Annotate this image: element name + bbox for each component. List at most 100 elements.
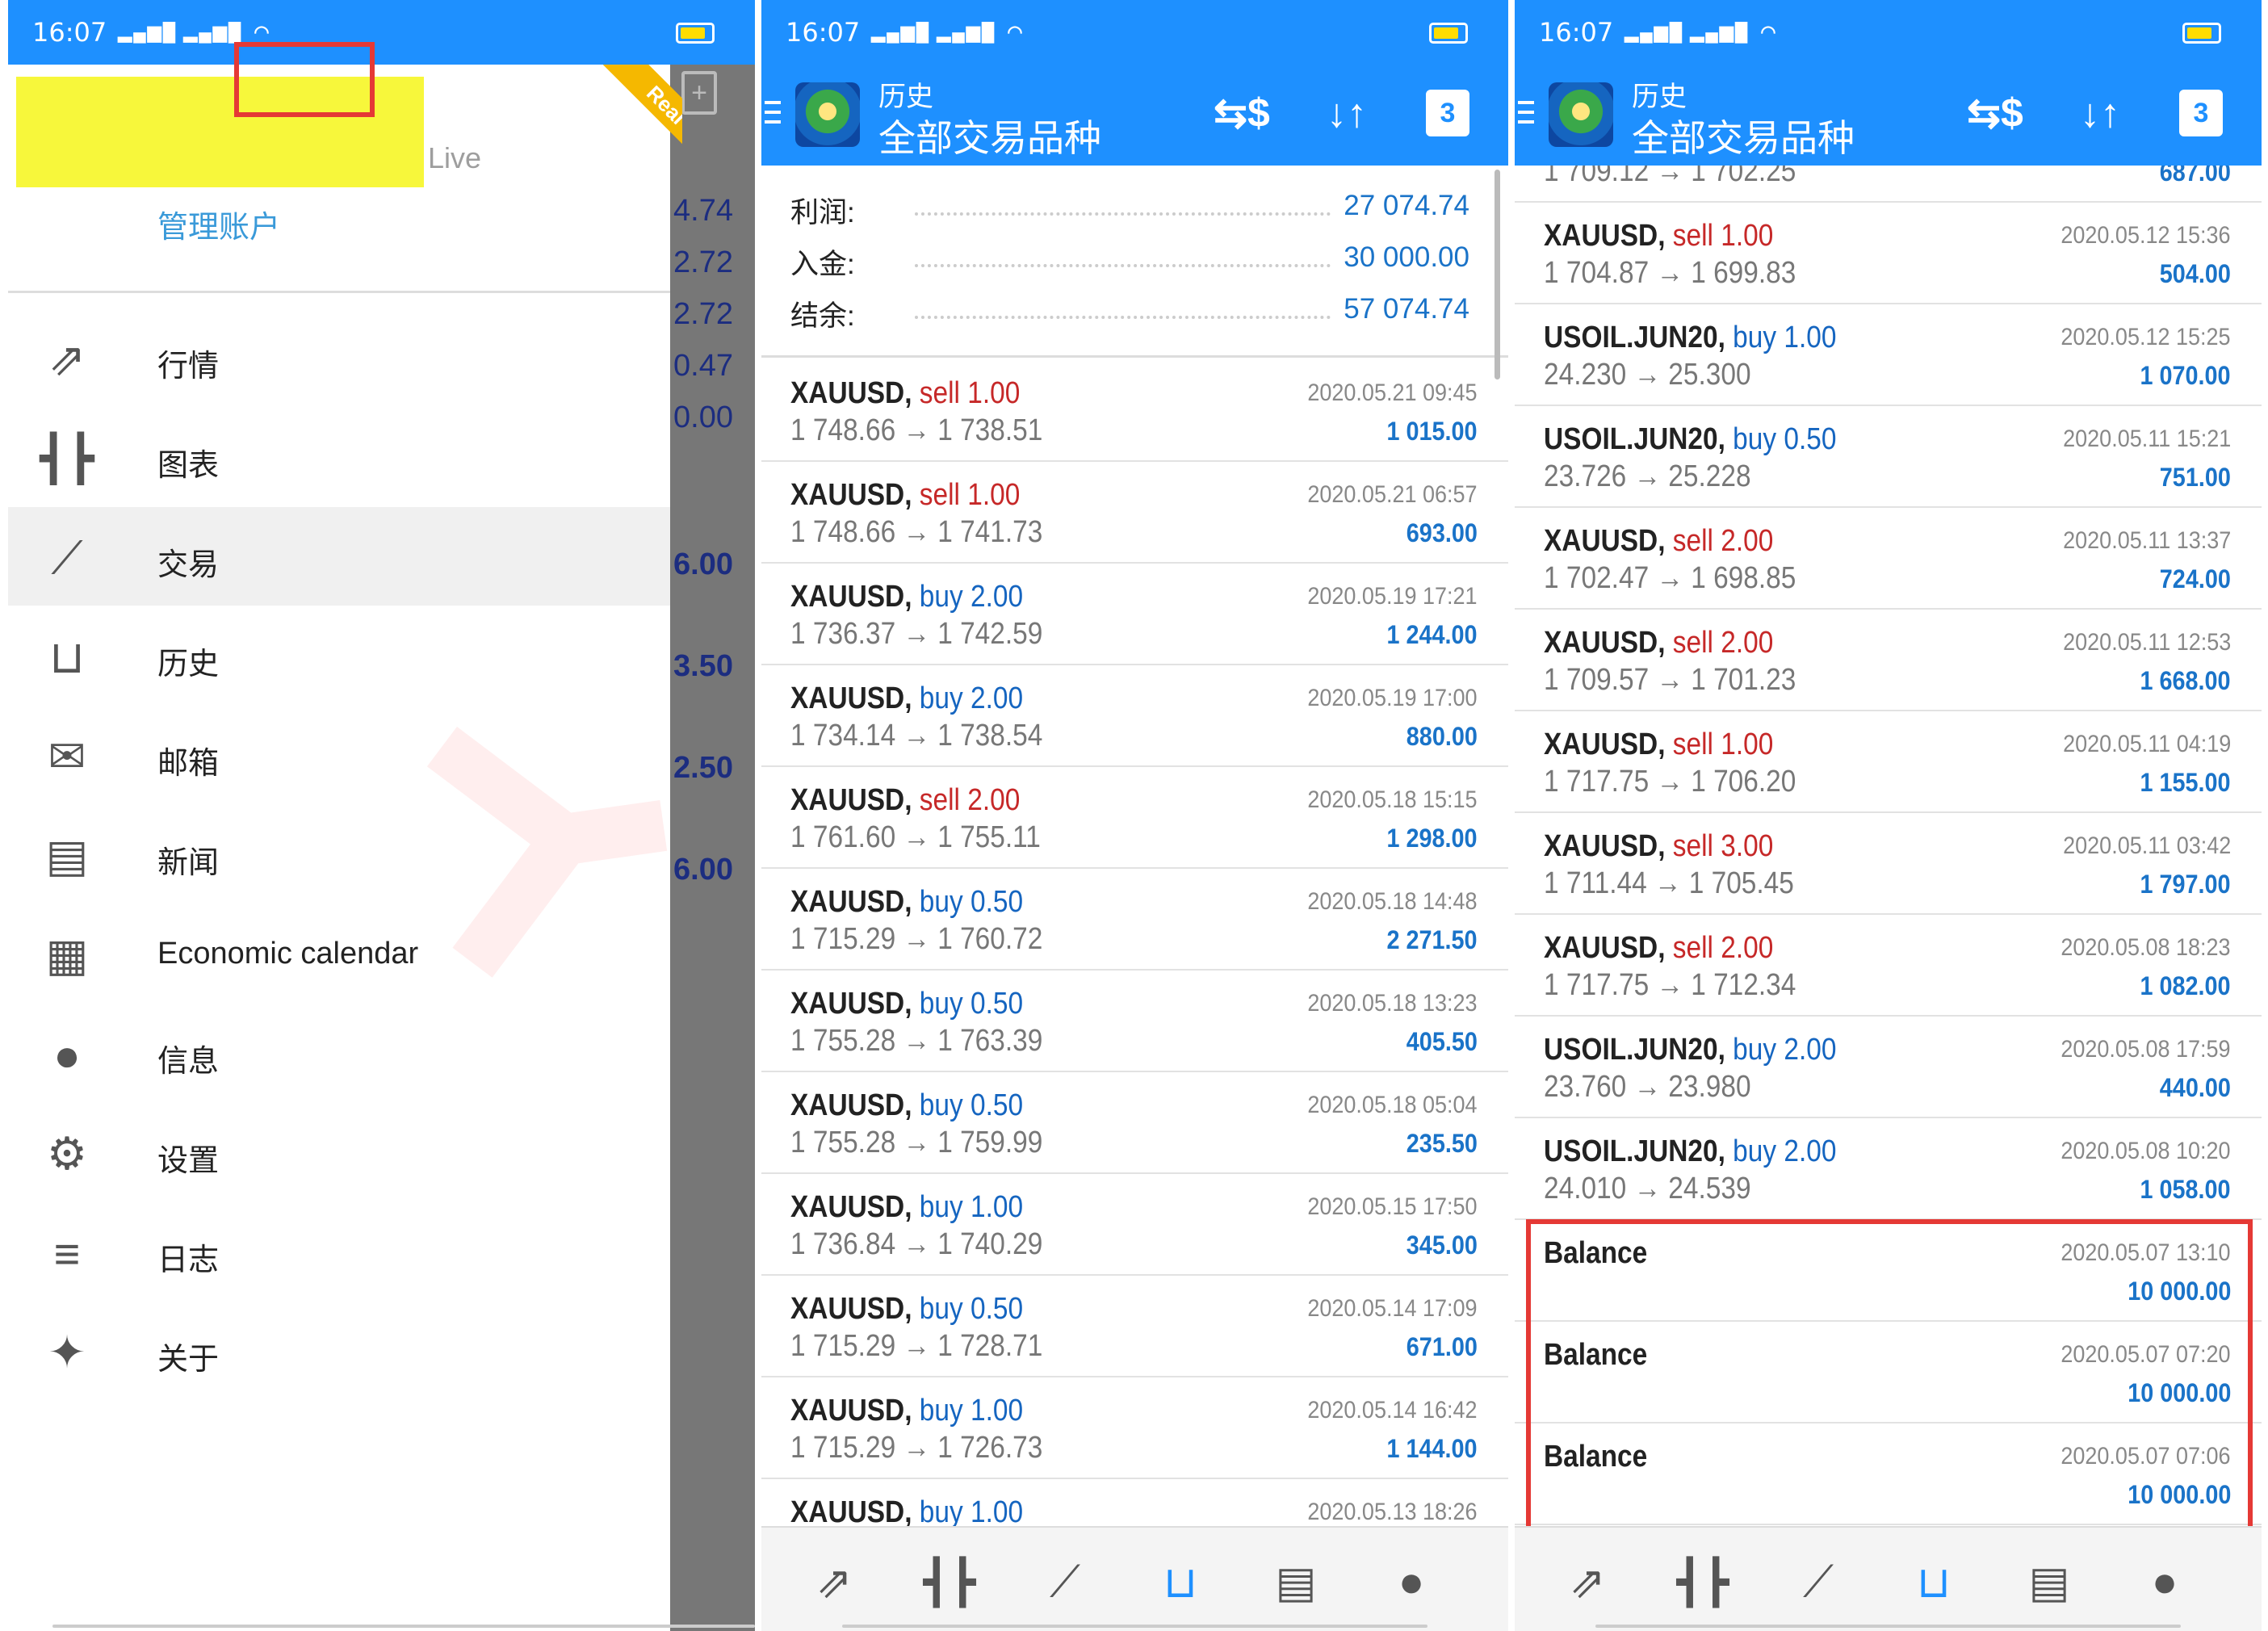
drawer-item-label: 历史 bbox=[157, 648, 220, 681]
scrollbar[interactable] bbox=[1495, 170, 1500, 379]
history-screen-top: 16:07 ▂▄▆█ ▂▄▆█ ◠ 历史 全部交易品种 ⇆$ ↓↑ 3 利润: 2… bbox=[761, 0, 1508, 1631]
trade-row[interactable]: XAUUSD, buy 0.50 1 755.28 → 1 763.39 2020.… bbox=[761, 971, 1508, 1072]
nav-news-icon[interactable]: ▤ bbox=[1268, 1553, 1324, 1610]
trade-date: 2020.05.08 17:59 bbox=[2060, 1036, 2231, 1063]
nav-quotes-icon[interactable]: ⇗ bbox=[806, 1553, 862, 1610]
trade-lots: 2.00 bbox=[971, 681, 1024, 715]
trade-icon: ⟋ bbox=[51, 531, 83, 583]
summary-value: 27 074.74 bbox=[1344, 190, 1469, 221]
drawer-item-6[interactable]: ▦ Economic calendar bbox=[8, 904, 670, 1003]
trade-row[interactable]: XAUUSD, sell 2.00 1 717.75 → 1 712.34 2020… bbox=[1515, 915, 2262, 1017]
trade-row[interactable]: XAUUSD, buy 2.00 1 736.37 → 1 742.59 2020.… bbox=[761, 564, 1508, 665]
summary-label: 结余: bbox=[790, 300, 855, 332]
nav-trade-icon[interactable]: ⟋ bbox=[1037, 1553, 1093, 1610]
nav-charts-icon[interactable]: ┫┣ bbox=[921, 1553, 978, 1610]
trade-row[interactable]: XAUUSD, sell 1.00 1 704.87 → 1 699.83 2020… bbox=[1515, 203, 2262, 304]
drawer-item-2[interactable]: ⟋ 交易 bbox=[8, 507, 670, 606]
trade-row[interactable]: XAUUSD, sell 2.00 1 702.47 → 1 698.85 2020… bbox=[1515, 508, 2262, 610]
trade-row[interactable]: XAUUSD, sell 2.00 1 761.60 → 1 755.11 2020… bbox=[761, 767, 1508, 869]
background-value: 0.47 bbox=[673, 349, 733, 383]
trade-row[interactable]: XAUUSD, buy 1.00 1 715.29 → 1 726.73 2020.… bbox=[761, 1377, 1508, 1479]
trade-row[interactable]: USOIL.JUN20, buy 2.00 23.760 → 23.980 2020… bbox=[1515, 1017, 2262, 1118]
nav-history-icon[interactable]: ⊔ bbox=[1905, 1553, 1962, 1610]
nav-chat-icon[interactable]: ● bbox=[2136, 1553, 2193, 1610]
menu-icon[interactable] bbox=[765, 101, 781, 130]
sort-icon[interactable]: ↓↑ bbox=[1318, 89, 1375, 137]
about-icon: ✦ bbox=[48, 1327, 86, 1377]
drawer-item-3[interactable]: ⊔ 历史 bbox=[8, 606, 670, 705]
status-bar: 16:07 ▂▄▆█ ▂▄▆█ ◠ bbox=[1515, 0, 2262, 65]
trade-profit: 693.00 bbox=[1406, 518, 1478, 547]
trade-row[interactable]: XAUUSD, sell 3.00 1 711.44 → 1 705.45 2020… bbox=[1515, 813, 2262, 915]
new-document-icon: + bbox=[681, 71, 717, 115]
trade-row[interactable]: XAUUSD, buy 1.00 1 736.84 → 1 740.29 2020.… bbox=[761, 1174, 1508, 1276]
trade-side: buy bbox=[919, 1394, 963, 1428]
trade-date: 2020.05.11 03:42 bbox=[2062, 832, 2231, 859]
trade-row[interactable]: USOIL.JUN20, buy 0.50 23.726 → 25.228 2020… bbox=[1515, 406, 2262, 508]
dimmed-background[interactable]: + 4.74 2.72 2.72 0.47 0.00 6.00 3.50 2.50 6.00 bbox=[670, 65, 755, 1631]
drawer-item-1[interactable]: ┫┣ 图表 bbox=[8, 408, 670, 506]
nav-trade-icon[interactable]: ⟋ bbox=[1790, 1553, 1847, 1610]
signal-icon: ▂▄▆█ ▂▄▆█ bbox=[871, 22, 996, 42]
trade-prices: 1 717.75 → 1 712.34 bbox=[1544, 968, 1796, 1002]
trade-profit: 504.00 bbox=[2159, 259, 2231, 288]
history-screen-bottom: 16:07 ▂▄▆█ ▂▄▆█ ◠ 1 709.12 → 1 702.25 687… bbox=[1515, 0, 2262, 1631]
nav-chat-icon[interactable]: ● bbox=[1383, 1553, 1440, 1610]
nav-quotes-icon[interactable]: ⇗ bbox=[1559, 1553, 1616, 1610]
status-time: 16:07 bbox=[1539, 17, 1614, 48]
trade-side: sell bbox=[1672, 727, 1713, 761]
trade-row[interactable]: XAUUSD, sell 1.00 1 748.66 → 1 741.73 2020… bbox=[761, 462, 1508, 564]
highlight-box-balance bbox=[1526, 1219, 2253, 1546]
drawer-item-10[interactable]: ✦ 关于 bbox=[8, 1302, 670, 1400]
summary-label: 利润: bbox=[790, 197, 855, 229]
calendar-period-icon[interactable]: 3 bbox=[2177, 89, 2225, 137]
trade-row[interactable]: XAUUSD, sell 1.00 1 717.75 → 1 706.20 2020… bbox=[1515, 711, 2262, 813]
signal-icon: ▂▄▆█ ▂▄▆█ bbox=[118, 22, 243, 42]
drawer-item-8[interactable]: ⚙ 设置 bbox=[8, 1103, 670, 1201]
currency-exchange-icon[interactable]: ⇆$ bbox=[1209, 89, 1274, 137]
trade-row[interactable]: XAUUSD, sell 1.00 1 748.66 → 1 738.51 2020… bbox=[761, 360, 1508, 462]
sort-icon[interactable]: ↓↑ bbox=[2072, 89, 2128, 137]
trade-row[interactable]: XAUUSD, buy 0.50 1 715.29 → 1 760.72 2020.… bbox=[761, 869, 1508, 971]
drawer-item-7[interactable]: ● 信息 bbox=[8, 1004, 670, 1102]
highlight-box-live-account bbox=[234, 42, 375, 117]
wifi-icon: ◠ bbox=[254, 22, 271, 42]
trade-profit: 1 244.00 bbox=[1386, 620, 1478, 649]
trade-lots: 0.50 bbox=[971, 987, 1024, 1021]
nav-charts-icon[interactable]: ┫┣ bbox=[1675, 1553, 1731, 1610]
calendar-period-icon[interactable]: 3 bbox=[1423, 89, 1472, 137]
trade-row[interactable]: XAUUSD, buy 0.50 1 715.29 → 1 728.71 2020.… bbox=[761, 1276, 1508, 1377]
background-value: 2.50 bbox=[673, 751, 733, 785]
drawer-item-4[interactable]: ✉ 邮箱 bbox=[8, 706, 670, 804]
nav-history-icon[interactable]: ⊔ bbox=[1152, 1553, 1209, 1610]
nav-news-icon[interactable]: ▤ bbox=[2021, 1553, 2077, 1610]
trade-date: 2020.05.11 12:53 bbox=[2062, 629, 2231, 656]
calendar-icon: ▦ bbox=[45, 929, 89, 980]
trade-row[interactable]: XAUUSD, buy 0.50 1 755.28 → 1 759.99 2020.… bbox=[761, 1072, 1508, 1174]
status-bar: 16:07 ▂▄▆█ ▂▄▆█ ◠ bbox=[761, 0, 1508, 65]
trade-date: 2020.05.11 15:21 bbox=[2062, 426, 2231, 452]
drawer-item-5[interactable]: ▤ 新闻 bbox=[8, 805, 670, 904]
gesture-bar bbox=[1595, 1625, 2181, 1628]
trade-row[interactable]: XAUUSD, sell 2.00 1 709.57 → 1 701.23 2020… bbox=[1515, 610, 2262, 711]
trade-row[interactable]: USOIL.JUN20, buy 2.00 24.010 → 24.539 2020… bbox=[1515, 1118, 2262, 1220]
trade-date: 2020.05.19 17:21 bbox=[1307, 583, 1478, 610]
drawer-item-0[interactable]: ⇗ 行情 bbox=[8, 308, 670, 407]
manage-accounts-link[interactable]: 管理账户 bbox=[157, 202, 280, 246]
signal-icon: ▂▄▆█ ▂▄▆█ bbox=[1624, 22, 1750, 42]
trade-row[interactable]: XAUUSD, buy 2.00 1 734.14 → 1 738.54 2020.… bbox=[761, 665, 1508, 767]
trade-row[interactable]: USOIL.JUN20, buy 1.00 24.230 → 25.300 2020… bbox=[1515, 304, 2262, 406]
summary-row: 结余: 57 074.74 bbox=[761, 285, 1508, 337]
currency-exchange-icon[interactable]: ⇆$ bbox=[1963, 89, 2027, 137]
summary-row: 入金: 30 000.00 bbox=[761, 233, 1508, 285]
drawer-item-9[interactable]: ≡ 日志 bbox=[8, 1202, 670, 1301]
symbol-filter[interactable]: 全部交易品种 bbox=[878, 109, 1101, 162]
menu-icon[interactable] bbox=[1518, 101, 1534, 130]
symbol-filter[interactable]: 全部交易品种 bbox=[1632, 109, 1855, 162]
trade-side: buy bbox=[919, 987, 963, 1021]
summary-value: 57 074.74 bbox=[1344, 293, 1469, 325]
trade-lots: 2.00 bbox=[1784, 1134, 1837, 1168]
trade-symbol: XAUUSD, sell 1.00 bbox=[790, 478, 1021, 512]
screenshot-frame: 16:07 ▂▄▆█ ▂▄▆█ ◠ + 4.74 2.72 2.72 0.47 0.00… bbox=[0, 0, 2268, 1631]
trade-lots: 2.00 bbox=[967, 783, 1021, 817]
